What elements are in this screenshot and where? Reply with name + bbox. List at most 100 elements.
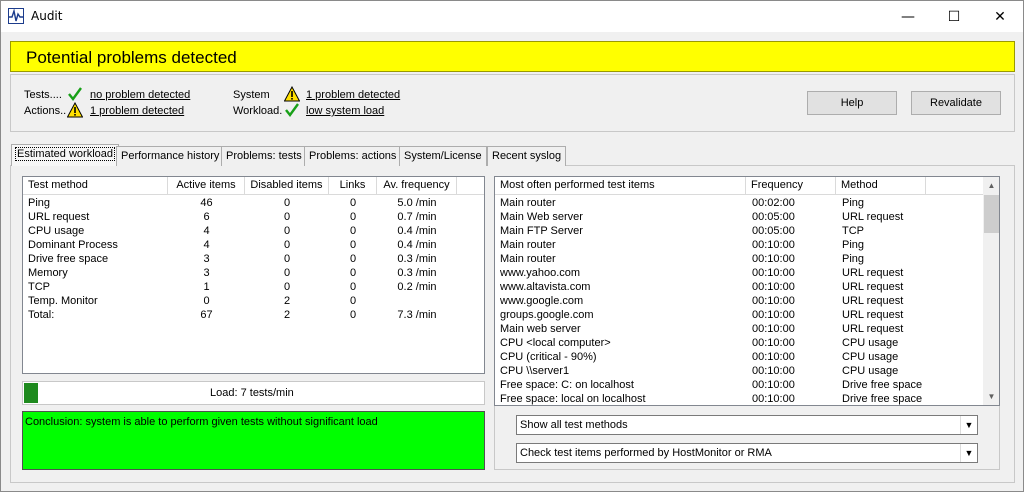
chevron-down-icon[interactable]: ▼ bbox=[960, 416, 977, 434]
table-cell: URL request bbox=[842, 323, 904, 335]
column-header-active-items[interactable]: Active items bbox=[168, 177, 245, 195]
table-cell: Drive free space bbox=[28, 253, 109, 265]
table-cell: Main Web server bbox=[500, 211, 583, 223]
table-row[interactable]: CPU \\server1 00:10:00 CPU usage bbox=[495, 364, 983, 378]
show-methods-dropdown[interactable]: Show all test methods ▼ bbox=[516, 415, 978, 435]
table-row[interactable]: www.altavista.com 00:10:00 URL request bbox=[495, 280, 983, 294]
table-cell: Main router bbox=[500, 197, 556, 209]
table-cell: 00:10:00 bbox=[752, 337, 795, 349]
table-row[interactable]: TCP 1 0 0 0.2 /min bbox=[23, 280, 484, 294]
table-row[interactable]: Free space: C: on localhost 00:10:00 Drive… bbox=[495, 378, 983, 392]
table-row[interactable]: Memory 3 0 0 0.3 /min bbox=[23, 266, 484, 280]
workload-table[interactable]: Test method Active items Disabled items … bbox=[22, 176, 485, 374]
table-cell: 2 bbox=[283, 295, 291, 307]
tab-problems-tests[interactable]: Problems: tests bbox=[221, 146, 307, 166]
column-header-frequency[interactable]: Frequency bbox=[746, 177, 836, 195]
table-row[interactable]: Main router 00:10:00 Ping bbox=[495, 252, 983, 266]
tab-system-license[interactable]: System/License bbox=[399, 146, 487, 166]
tests-status-link[interactable]: no problem detected bbox=[90, 89, 190, 101]
column-header-method[interactable]: Method bbox=[836, 177, 926, 195]
performer-filter-value: Check test items performed by HostMonito… bbox=[520, 447, 772, 459]
table-cell: Drive free space bbox=[842, 379, 923, 391]
table-cell: 6 bbox=[203, 211, 210, 223]
table-cell: 0 bbox=[283, 225, 291, 237]
table-cell: Ping bbox=[842, 239, 865, 251]
table-cell: 67 bbox=[200, 309, 213, 321]
help-button[interactable]: Help bbox=[807, 91, 897, 115]
warning-icon bbox=[67, 102, 83, 118]
close-button[interactable]: ✕ bbox=[977, 1, 1023, 32]
tab-label: Recent syslog bbox=[492, 150, 562, 162]
column-header-av-frequency[interactable]: Av. frequency bbox=[377, 177, 457, 195]
table-cell: 0 bbox=[349, 295, 357, 307]
table-row[interactable]: Dominant Process 4 0 0 0.4 /min bbox=[23, 238, 484, 252]
tab-performance-history[interactable]: Performance history bbox=[116, 146, 225, 166]
table-cell: 00:10:00 bbox=[752, 267, 795, 279]
table-row[interactable]: URL request 6 0 0 0.7 /min bbox=[23, 210, 484, 224]
scroll-up-arrow-icon[interactable]: ▲ bbox=[983, 177, 999, 194]
column-header-test-method[interactable]: Test method bbox=[23, 177, 168, 195]
load-text: Load: 7 tests/min bbox=[210, 387, 294, 399]
table-cell: Total: bbox=[28, 309, 55, 321]
vertical-scrollbar[interactable]: ▲ ▼ bbox=[983, 177, 999, 405]
table-row[interactable]: Main web server 00:10:00 URL request bbox=[495, 322, 983, 336]
table-row[interactable]: Total: 67 2 0 7.3 /min bbox=[23, 308, 484, 322]
table-cell: 0 bbox=[349, 211, 357, 223]
table-cell: Ping bbox=[28, 197, 51, 209]
table-row[interactable]: Temp. Monitor 0 2 0 bbox=[23, 294, 484, 308]
table-row[interactable]: Free space: local on localhost 00:10:00 Dr… bbox=[495, 392, 983, 405]
table-row[interactable]: Main FTP Server 00:05:00 TCP bbox=[495, 224, 983, 238]
table-cell: Main router bbox=[500, 253, 556, 265]
table-cell: CPU \\server1 bbox=[500, 365, 570, 377]
table-cell: 0 bbox=[283, 267, 291, 279]
table-cell: 00:10:00 bbox=[752, 309, 795, 321]
table-cell: 0 bbox=[349, 267, 357, 279]
table-row[interactable]: www.google.com 00:10:00 URL request bbox=[495, 294, 983, 308]
workload-status-link[interactable]: low system load bbox=[306, 105, 384, 117]
minimize-button[interactable]: — bbox=[885, 1, 931, 32]
tab-label: Performance history bbox=[121, 150, 220, 162]
table-row[interactable]: Drive free space 3 0 0 0.3 /min bbox=[23, 252, 484, 266]
tab-estimated-workload[interactable]: Estimated workload bbox=[11, 144, 119, 166]
table-cell: 00:05:00 bbox=[752, 211, 795, 223]
tab-problems-actions[interactable]: Problems: actions bbox=[304, 146, 402, 166]
table-cell: 0 bbox=[349, 309, 357, 321]
table-row[interactable]: CPU usage 4 0 0 0.4 /min bbox=[23, 224, 484, 238]
table-row[interactable]: Ping 46 0 0 5.0 /min bbox=[23, 196, 484, 210]
system-status-link[interactable]: 1 problem detected bbox=[306, 89, 400, 101]
tab-label: Problems: tests bbox=[226, 150, 302, 162]
chevron-down-icon[interactable]: ▼ bbox=[960, 444, 977, 462]
workload-table-header: Test method Active items Disabled items … bbox=[23, 177, 484, 195]
table-cell: Drive free space bbox=[842, 393, 923, 405]
tab-recent-syslog[interactable]: Recent syslog bbox=[487, 146, 567, 166]
table-cell: www.yahoo.com bbox=[500, 267, 581, 279]
load-meter-fill bbox=[24, 383, 38, 403]
table-row[interactable]: Main router 00:02:00 Ping bbox=[495, 196, 983, 210]
table-row[interactable]: www.yahoo.com 00:10:00 URL request bbox=[495, 266, 983, 280]
table-row[interactable]: CPU <local computer> 00:10:00 CPU usage bbox=[495, 336, 983, 350]
revalidate-button[interactable]: Revalidate bbox=[911, 91, 1001, 115]
actions-status-link[interactable]: 1 problem detected bbox=[90, 105, 184, 117]
table-cell: 0.7 /min bbox=[397, 211, 437, 223]
column-header-links[interactable]: Links bbox=[329, 177, 377, 195]
frequent-tests-table[interactable]: Most often performed test items Frequenc… bbox=[494, 176, 1000, 406]
maximize-button[interactable]: ☐ bbox=[931, 1, 977, 32]
table-cell: 0 bbox=[283, 197, 291, 209]
table-cell: 00:10:00 bbox=[752, 351, 795, 363]
table-row[interactable]: Main router 00:10:00 Ping bbox=[495, 238, 983, 252]
table-cell: 5.0 /min bbox=[397, 197, 437, 209]
table-row[interactable]: CPU (critical - 90%) 00:10:00 CPU usage bbox=[495, 350, 983, 364]
performer-filter-dropdown[interactable]: Check test items performed by HostMonito… bbox=[516, 443, 978, 463]
table-cell: URL request bbox=[842, 309, 904, 321]
column-header-disabled-items[interactable]: Disabled items bbox=[245, 177, 329, 195]
table-cell: 7.3 /min bbox=[397, 309, 437, 321]
minimize-icon: — bbox=[901, 8, 915, 25]
column-header-filler bbox=[926, 177, 983, 195]
table-cell bbox=[377, 294, 457, 308]
scrollbar-thumb[interactable] bbox=[984, 195, 999, 233]
scroll-down-arrow-icon[interactable]: ▼ bbox=[983, 388, 999, 405]
table-row[interactable]: Main Web server 00:05:00 URL request bbox=[495, 210, 983, 224]
table-cell: 2 bbox=[283, 309, 291, 321]
table-row[interactable]: groups.google.com 00:10:00 URL request bbox=[495, 308, 983, 322]
column-header-test-items[interactable]: Most often performed test items bbox=[495, 177, 746, 195]
